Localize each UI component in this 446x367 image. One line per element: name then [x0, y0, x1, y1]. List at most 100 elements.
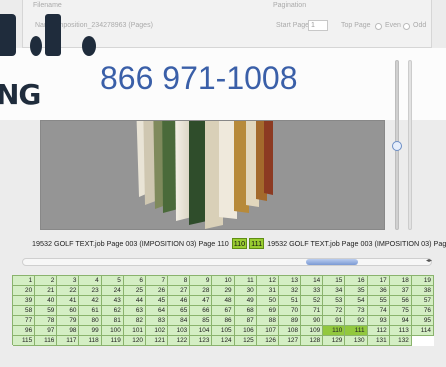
page-cell[interactable]: 25	[123, 286, 146, 296]
page-cell[interactable]: 132	[389, 336, 412, 346]
page-cell[interactable]: 1	[13, 276, 36, 286]
page-cell[interactable]: 64	[145, 306, 169, 316]
page-cell[interactable]: 92	[345, 316, 368, 326]
page-cell[interactable]: 99	[79, 326, 102, 336]
start-page-field[interactable]: 1	[308, 20, 328, 31]
page-cell[interactable]: 79	[57, 316, 80, 326]
page-cell[interactable]: 103	[168, 326, 191, 336]
zoom-slider-knob[interactable]	[392, 141, 402, 151]
page-cell[interactable]: 67	[212, 306, 235, 316]
page-cell[interactable]: 127	[278, 336, 302, 346]
page-cell[interactable]: 5	[101, 276, 124, 286]
page-cell[interactable]: 119	[101, 336, 124, 346]
page-cell[interactable]: 60	[57, 306, 80, 316]
page-cell[interactable]: 49	[234, 296, 257, 306]
page-cell[interactable]: 129	[323, 336, 346, 346]
page-cell[interactable]: 56	[389, 296, 412, 306]
page-cell[interactable]: 98	[57, 326, 80, 336]
page-cell[interactable]: 90	[301, 316, 324, 326]
even-radio[interactable]	[375, 23, 382, 30]
page-cell[interactable]: 91	[323, 316, 346, 326]
page-cell[interactable]: 40	[35, 296, 58, 306]
page-cell[interactable]: 71	[301, 306, 324, 316]
page-cell[interactable]: 118	[79, 336, 102, 346]
page-cell[interactable]: 24	[101, 286, 124, 296]
page-cell[interactable]: 63	[123, 306, 146, 316]
page-cell[interactable]: 46	[168, 296, 191, 306]
page-cell[interactable]: 57	[411, 296, 434, 306]
page-cell[interactable]: 130	[345, 336, 368, 346]
page-cell[interactable]: 62	[101, 306, 124, 316]
odd-radio[interactable]	[403, 23, 410, 30]
page-cell[interactable]: 122	[168, 336, 191, 346]
page-cell[interactable]: 77	[13, 316, 36, 326]
page-cell[interactable]: 32	[278, 286, 302, 296]
page-cell[interactable]: 27	[168, 286, 191, 296]
page-cell[interactable]: 58	[13, 306, 36, 316]
page-cell[interactable]: 70	[278, 306, 302, 316]
page-cell[interactable]: 128	[301, 336, 324, 346]
page-cell[interactable]: 3	[57, 276, 80, 286]
page-cell[interactable]: 110	[323, 326, 346, 336]
page-cell[interactable]: 100	[101, 326, 124, 336]
page-cell[interactable]: 20	[13, 286, 36, 296]
page-cell[interactable]: 117	[57, 336, 80, 346]
page-cell[interactable]: 4	[79, 276, 102, 286]
page-cell[interactable]: 48	[212, 296, 235, 306]
page-cell[interactable]: 113	[389, 326, 412, 336]
page-cell[interactable]: 95	[411, 316, 434, 326]
page-cell[interactable]: 66	[190, 306, 213, 316]
page-cell[interactable]: 35	[345, 286, 368, 296]
page-cell[interactable]: 41	[57, 296, 80, 306]
page-cell[interactable]: 125	[234, 336, 257, 346]
page-cell[interactable]: 36	[367, 286, 390, 296]
page-cell[interactable]: 16	[345, 276, 368, 286]
page-cell[interactable]: 106	[234, 326, 257, 336]
page-cell[interactable]: 44	[123, 296, 146, 306]
page-cell[interactable]: 50	[256, 296, 279, 306]
page-cell[interactable]: 42	[79, 296, 102, 306]
page-cell[interactable]: 111	[345, 326, 368, 336]
page-cell[interactable]: 115	[13, 336, 36, 346]
page-cell[interactable]: 26	[145, 286, 169, 296]
page-cell[interactable]: 96	[13, 326, 36, 336]
page-cell[interactable]: 124	[212, 336, 235, 346]
page-cell[interactable]: 2	[35, 276, 58, 286]
page-cell[interactable]: 82	[123, 316, 146, 326]
page-cell[interactable]: 14	[301, 276, 324, 286]
page-cell[interactable]: 78	[35, 316, 58, 326]
page-cell[interactable]: 73	[345, 306, 368, 316]
page-cell[interactable]: 105	[212, 326, 235, 336]
page-cell[interactable]: 104	[190, 326, 213, 336]
page-cell[interactable]: 55	[367, 296, 390, 306]
page-cell[interactable]: 65	[168, 306, 191, 316]
page-cell[interactable]: 23	[79, 286, 102, 296]
page-cell[interactable]: 112	[367, 326, 390, 336]
page-cell[interactable]: 85	[190, 316, 213, 326]
page-cell[interactable]: 31	[256, 286, 279, 296]
page-cell[interactable]: 19	[411, 276, 434, 286]
page-cell[interactable]: 108	[278, 326, 302, 336]
page-cell[interactable]: 120	[123, 336, 146, 346]
page-cell[interactable]: 43	[101, 296, 124, 306]
page-cell[interactable]: 12	[256, 276, 279, 286]
page-cell[interactable]: 114	[411, 326, 434, 336]
page-scrollbar[interactable]: ◂▸	[22, 258, 432, 266]
page-cell[interactable]: 33	[301, 286, 324, 296]
page-cell[interactable]: 72	[323, 306, 346, 316]
page-cell[interactable]: 34	[323, 286, 346, 296]
page-cell[interactable]: 121	[145, 336, 169, 346]
page-cell[interactable]: 101	[123, 326, 146, 336]
page-cell[interactable]: 102	[145, 326, 169, 336]
page-cell[interactable]: 18	[389, 276, 412, 286]
rotation-slider-track[interactable]	[408, 60, 412, 230]
page-cell[interactable]: 53	[323, 296, 346, 306]
page-cell[interactable]: 6	[123, 276, 146, 286]
page-cell[interactable]: 126	[256, 336, 279, 346]
page-cell[interactable]: 22	[57, 286, 80, 296]
page-cell[interactable]: 89	[278, 316, 302, 326]
page-cell[interactable]: 87	[234, 316, 257, 326]
page-cell[interactable]: 81	[101, 316, 124, 326]
page-cell[interactable]: 39	[13, 296, 36, 306]
page-cell[interactable]: 17	[367, 276, 390, 286]
